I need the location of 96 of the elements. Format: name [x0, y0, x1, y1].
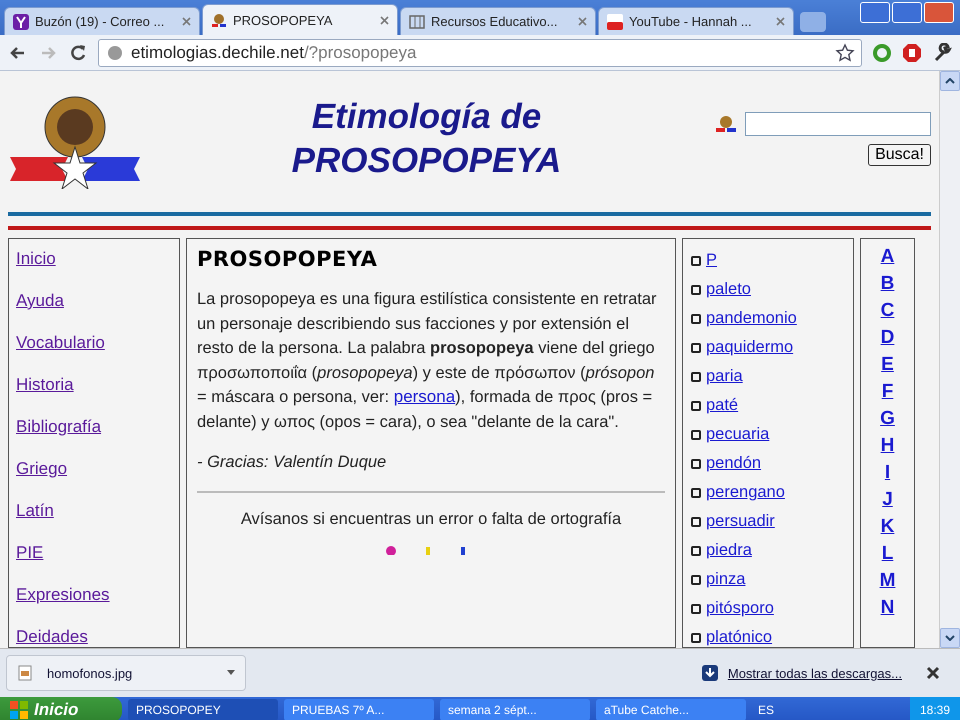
close-tab-icon[interactable] [776, 17, 785, 26]
word-link[interactable]: platónico [706, 626, 772, 647]
nav-link[interactable]: Historia [16, 373, 172, 396]
search-field[interactable] [745, 112, 931, 136]
letter-link[interactable]: N [880, 596, 894, 619]
word-link[interactable]: piedra [706, 539, 752, 562]
letter-link[interactable]: C [880, 299, 894, 322]
word-link[interactable]: P [706, 249, 718, 272]
download-item[interactable]: homofonos.jpg [6, 655, 246, 691]
search-button[interactable]: Busca! [868, 144, 931, 166]
letter-link[interactable]: J [882, 488, 893, 511]
word-link[interactable]: paté [706, 394, 738, 417]
word-link[interactable]: paleto [706, 278, 751, 301]
word-link[interactable]: pandemonio [706, 307, 797, 330]
scroll-up-icon[interactable] [940, 71, 960, 91]
nav-link[interactable]: Ayuda [16, 289, 172, 312]
bullet-icon [691, 256, 701, 266]
letter-link[interactable]: H [880, 434, 894, 457]
nav-link[interactable]: Deidades [16, 625, 172, 648]
word-link[interactable]: pecuaria [706, 423, 770, 446]
caret-icon[interactable] [227, 670, 235, 676]
close-tab-icon[interactable] [380, 16, 389, 24]
letter-link[interactable]: B [880, 272, 894, 295]
clock: 18:39 [920, 702, 950, 716]
letter-link[interactable]: F [882, 380, 894, 403]
taskbar-item[interactable]: aTube Catche... [596, 698, 746, 720]
letter-link[interactable]: D [880, 326, 894, 349]
bullet-icon [691, 574, 701, 584]
reload-icon[interactable] [68, 42, 88, 62]
bullet-icon [691, 488, 701, 498]
bullet-icon [691, 430, 701, 440]
bullet-icon [691, 516, 701, 526]
word-link[interactable]: paquidermo [706, 336, 794, 359]
nav-link[interactable]: Inicio [16, 247, 172, 270]
letter-link[interactable]: M [880, 569, 896, 592]
browser-tab[interactable]: PROSOPOPEYA [202, 4, 398, 35]
letter-link[interactable]: A [880, 245, 894, 268]
letter-link[interactable]: K [880, 515, 894, 538]
bullet-icon [691, 458, 701, 468]
word-link[interactable]: pitósporo [706, 597, 774, 620]
persona-link[interactable]: persona [394, 387, 456, 406]
taskbar-item[interactable]: PRUEBAS 7º A... [284, 698, 434, 720]
letter-link[interactable]: G [880, 407, 895, 430]
close-icon[interactable] [926, 666, 940, 680]
scrollbar[interactable] [939, 71, 960, 648]
nav-link[interactable]: PIE [16, 541, 172, 564]
nav-link[interactable]: Expresiones [16, 583, 172, 606]
bullet-icon [691, 284, 701, 294]
word-link[interactable]: paria [706, 365, 743, 388]
close-tab-icon[interactable] [182, 17, 191, 26]
close-tab-icon[interactable] [578, 17, 587, 26]
letter-link[interactable]: I [884, 461, 890, 484]
site-logo-icon [211, 12, 227, 28]
windows-logo-icon [10, 700, 28, 718]
close-window-button[interactable] [924, 2, 954, 23]
mail-logo-icon [13, 14, 29, 30]
nav-link[interactable]: Vocabulario [16, 331, 172, 354]
article-heading: PROSOPOPEYA [197, 247, 378, 271]
letter-link[interactable]: E [881, 353, 894, 376]
bullet-icon [691, 604, 701, 614]
definition-text: La prosopopeya es una figura estilística consistente en retratar un personaje describiendo sus facciones y por extensión el resto de la persona. La palabra prosopopeya viene del griego προσωποποιΐα (prosopopeya) y este de πρόσωπον (prósopon = máscara o persona, ver: persona), formada de προς (pros = delante) y ωπος (opos = cara), o sea "delante de la cara". [197, 289, 658, 432]
nav-link[interactable]: Bibliografía [16, 415, 172, 438]
nav-link[interactable]: Latín [16, 499, 172, 522]
letter-link[interactable]: L [882, 542, 894, 565]
bullet-icon [691, 314, 701, 324]
browser-tab[interactable]: Buzón (19) - Correo ... [4, 7, 200, 35]
page-title: PROSOPOPEYA [292, 140, 562, 182]
stop-sign-icon[interactable] [902, 42, 922, 62]
bullet-icon [691, 632, 701, 642]
scroll-down-icon[interactable] [940, 628, 960, 648]
word-link[interactable]: perengano [706, 481, 785, 504]
credit-text: - Gracias: Valentín Duque [197, 452, 388, 473]
taskbar-item[interactable]: semana 2 sépt... [440, 698, 590, 720]
language-indicator[interactable]: ES [758, 702, 774, 716]
show-all-downloads-link[interactable]: Mostrar todas las descargas... [728, 662, 902, 684]
taskbar-item[interactable]: PROSOPOPEY [128, 698, 278, 720]
maximize-button[interactable] [892, 2, 922, 23]
star-icon[interactable] [835, 42, 855, 62]
bullet-icon [691, 372, 701, 382]
word-link[interactable]: pinza [706, 568, 746, 591]
bullet-icon [691, 342, 701, 352]
download-icon [702, 665, 718, 681]
browser-tab[interactable]: YouTube - Hannah ... [598, 7, 794, 35]
browser-tab[interactable]: Recursos Educativo... [400, 7, 596, 35]
wrench-icon[interactable] [932, 42, 952, 62]
minimize-button[interactable] [860, 2, 890, 23]
report-error-text: Avísanos si encuentras un error o falta de ortografía [240, 508, 622, 530]
word-link[interactable]: persuadir [706, 510, 775, 533]
start-button[interactable]: Inicio [0, 697, 122, 720]
word-link[interactable]: pendón [706, 452, 762, 475]
address-bar[interactable]: etimologias.dechile.net/?prosopopeya [98, 38, 862, 66]
bullet-icon [691, 546, 701, 556]
bullet-icon [691, 400, 701, 410]
page-title: Etimología de [312, 96, 542, 138]
nav-link[interactable]: Griego [16, 457, 172, 480]
image-file-icon [17, 665, 33, 681]
